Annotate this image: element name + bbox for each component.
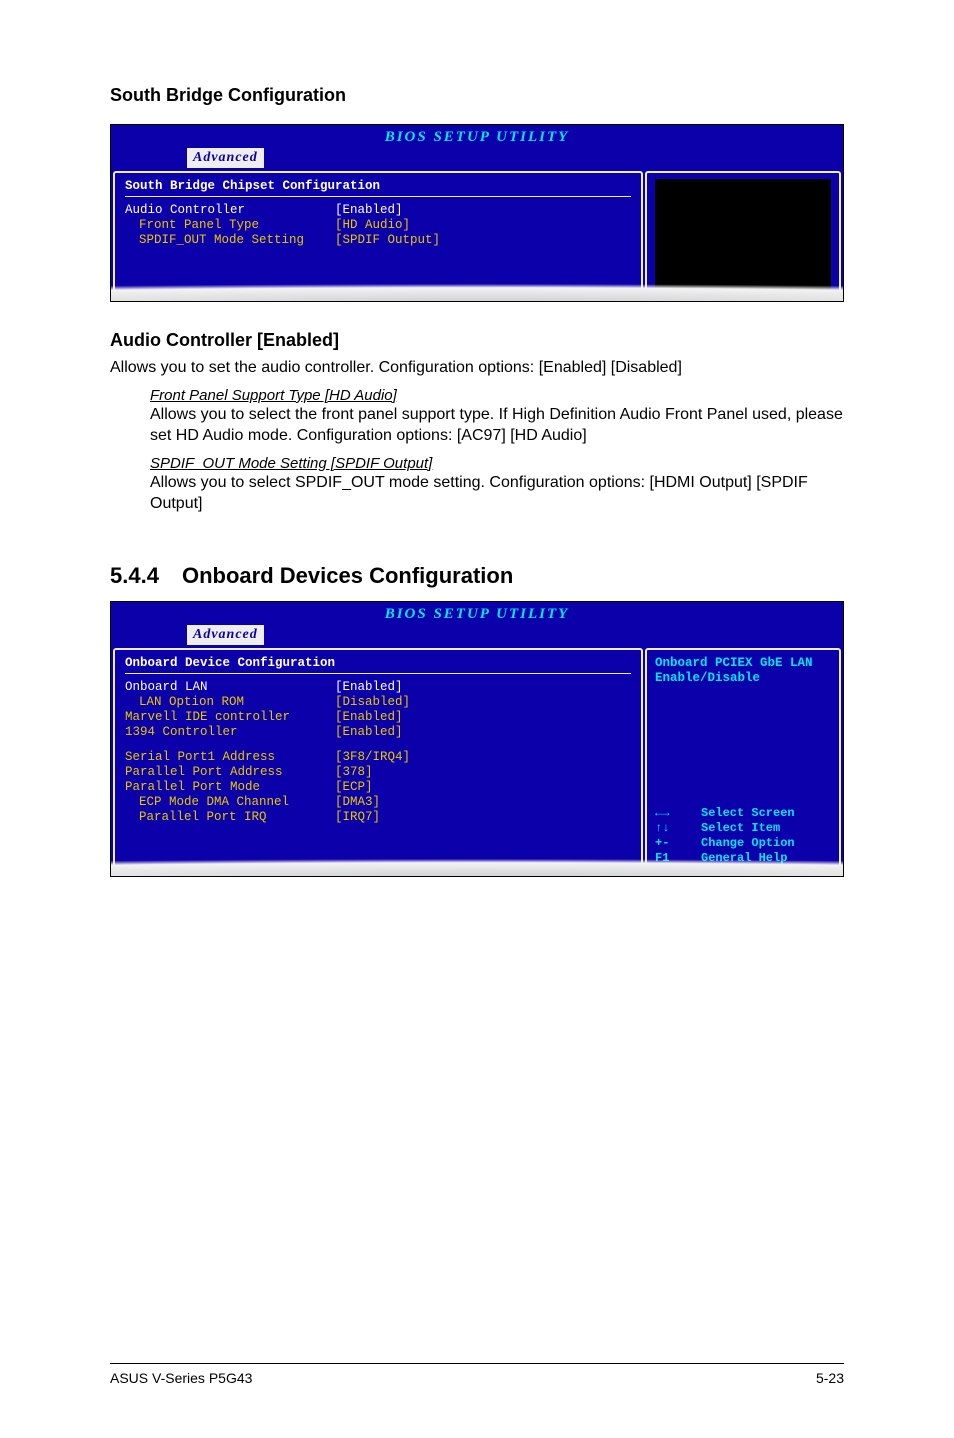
bios-right-pane: Onboard PCIEX GbE LAN Enable/Disable ←→S… bbox=[645, 648, 841, 874]
section-name: Onboard Devices Configuration bbox=[182, 563, 513, 588]
bios-setting-row[interactable]: Parallel Port Mode[ECP] bbox=[125, 780, 631, 795]
page-footer: ASUS V-Series P5G43 5-23 bbox=[110, 1363, 844, 1386]
front-panel-desc: Allows you to select the front panel sup… bbox=[150, 404, 844, 447]
bios-nav-row: ↑↓Select Item bbox=[655, 821, 831, 836]
bios-setting-row[interactable]: Front Panel Type[HD Audio] bbox=[125, 218, 631, 233]
audio-controller-desc: Allows you to set the audio controller. … bbox=[110, 357, 844, 379]
nav-label: General Help bbox=[701, 851, 787, 866]
spdif-desc: Allows you to select SPDIF_OUT mode sett… bbox=[150, 472, 844, 515]
bios-setting-name: Parallel Port IRQ bbox=[125, 810, 335, 825]
bios-section-label: Onboard Device Configuration bbox=[125, 656, 631, 670]
footer-right: 5-23 bbox=[816, 1370, 844, 1386]
bios-setting-name: Serial Port1 Address bbox=[125, 750, 335, 765]
bios-setting-name: Parallel Port Mode bbox=[125, 780, 335, 795]
front-panel-label: Front Panel Support Type [HD Audio] bbox=[150, 387, 844, 404]
bios-setting-value: [ECP] bbox=[335, 780, 373, 795]
bios-help-line1: Onboard PCIEX GbE LAN bbox=[655, 656, 831, 671]
bios-setting-name: SPDIF_OUT Mode Setting bbox=[125, 233, 335, 248]
bios-setting-row[interactable]: LAN Option ROM[Disabled] bbox=[125, 695, 631, 710]
south-bridge-heading: South Bridge Configuration bbox=[110, 85, 844, 106]
bios-setting-name: Parallel Port Address bbox=[125, 765, 335, 780]
bios-setting-row[interactable]: 1394 Controller[Enabled] bbox=[125, 725, 631, 740]
bios-right-pane bbox=[645, 171, 841, 299]
nav-label: Change Option bbox=[701, 836, 795, 851]
bios-setting-row[interactable]: ECP Mode DMA Channel[DMA3] bbox=[125, 795, 631, 810]
bios-setting-value: [3F8/IRQ4] bbox=[335, 750, 410, 765]
bios-setting-value: [IRQ7] bbox=[335, 810, 380, 825]
nav-label: Select Item bbox=[701, 821, 780, 836]
bios-setting-value: [378] bbox=[335, 765, 373, 780]
bios-setting-name: Front Panel Type bbox=[125, 218, 335, 233]
bios-setting-value: [Enabled] bbox=[335, 725, 403, 740]
nav-key: +- bbox=[655, 836, 701, 851]
section-number: 5.4.4 bbox=[110, 563, 182, 589]
spdif-label: SPDIF_OUT Mode Setting [SPDIF Output] bbox=[150, 455, 844, 472]
bios-header: BIOS SETUP UTILITY Advanced bbox=[111, 602, 843, 646]
bios-setting-name: 1394 Controller bbox=[125, 725, 335, 740]
bios-setting-row[interactable]: Serial Port1 Address[3F8/IRQ4] bbox=[125, 750, 631, 765]
nav-key: ←→ bbox=[655, 806, 701, 821]
bios-setting-row[interactable]: SPDIF_OUT Mode Setting[SPDIF Output] bbox=[125, 233, 631, 248]
bios-divider bbox=[125, 673, 631, 674]
bios-left-pane: South Bridge Chipset Configuration Audio… bbox=[113, 171, 643, 299]
bios-setting-value: [Enabled] bbox=[335, 203, 403, 218]
onboard-section-title: 5.4.4Onboard Devices Configuration bbox=[110, 563, 844, 589]
bios-setting-value: [Disabled] bbox=[335, 695, 410, 710]
bios-setting-value: [DMA3] bbox=[335, 795, 380, 810]
bios-panel-onboard: BIOS SETUP UTILITY Advanced Onboard Devi… bbox=[110, 601, 844, 877]
bios-setting-name: Onboard LAN bbox=[125, 680, 335, 695]
bios-setting-row[interactable]: Marvell IDE controller[Enabled] bbox=[125, 710, 631, 725]
bios-setting-value: [HD Audio] bbox=[335, 218, 410, 233]
bios-left-pane: Onboard Device Configuration Onboard LAN… bbox=[113, 648, 643, 874]
bios-setting-name: ECP Mode DMA Channel bbox=[125, 795, 335, 810]
bios-panel-south-bridge: BIOS SETUP UTILITY Advanced South Bridge… bbox=[110, 124, 844, 302]
bios-nav: ←→Select Screen↑↓Select Item+-Change Opt… bbox=[655, 806, 831, 866]
bios-tab-advanced[interactable]: Advanced bbox=[187, 625, 264, 645]
bios-tab-advanced[interactable]: Advanced bbox=[187, 148, 264, 168]
bios-title: BIOS SETUP UTILITY bbox=[111, 605, 843, 623]
bios-section-label: South Bridge Chipset Configuration bbox=[125, 179, 631, 193]
bios-divider bbox=[125, 196, 631, 197]
bios-title: BIOS SETUP UTILITY bbox=[111, 128, 843, 146]
bios-nav-row: ←→Select Screen bbox=[655, 806, 831, 821]
nav-key: ↑↓ bbox=[655, 821, 701, 836]
bios-setting-row[interactable]: Onboard LAN[Enabled] bbox=[125, 680, 631, 695]
bios-nav-row: F1General Help bbox=[655, 851, 831, 866]
nav-key: F1 bbox=[655, 851, 701, 866]
bios-setting-value: [SPDIF Output] bbox=[335, 233, 440, 248]
bios-nav-row: +-Change Option bbox=[655, 836, 831, 851]
nav-label: Select Screen bbox=[701, 806, 795, 821]
bios-setting-name: LAN Option ROM bbox=[125, 695, 335, 710]
footer-left: ASUS V-Series P5G43 bbox=[110, 1370, 252, 1386]
bios-setting-name: Marvell IDE controller bbox=[125, 710, 335, 725]
bios-setting-value: [Enabled] bbox=[335, 680, 403, 695]
bios-help-line2: Enable/Disable bbox=[655, 671, 831, 686]
bios-setting-row[interactable]: Parallel Port IRQ[IRQ7] bbox=[125, 810, 631, 825]
bios-header: BIOS SETUP UTILITY Advanced bbox=[111, 125, 843, 169]
bios-setting-value: [Enabled] bbox=[335, 710, 403, 725]
bios-setting-row[interactable]: Parallel Port Address[378] bbox=[125, 765, 631, 780]
bios-setting-name: Audio Controller bbox=[125, 203, 335, 218]
audio-controller-heading: Audio Controller [Enabled] bbox=[110, 330, 844, 351]
bios-setting-row[interactable]: Audio Controller[Enabled] bbox=[125, 203, 631, 218]
bios-right-blank bbox=[655, 179, 831, 291]
